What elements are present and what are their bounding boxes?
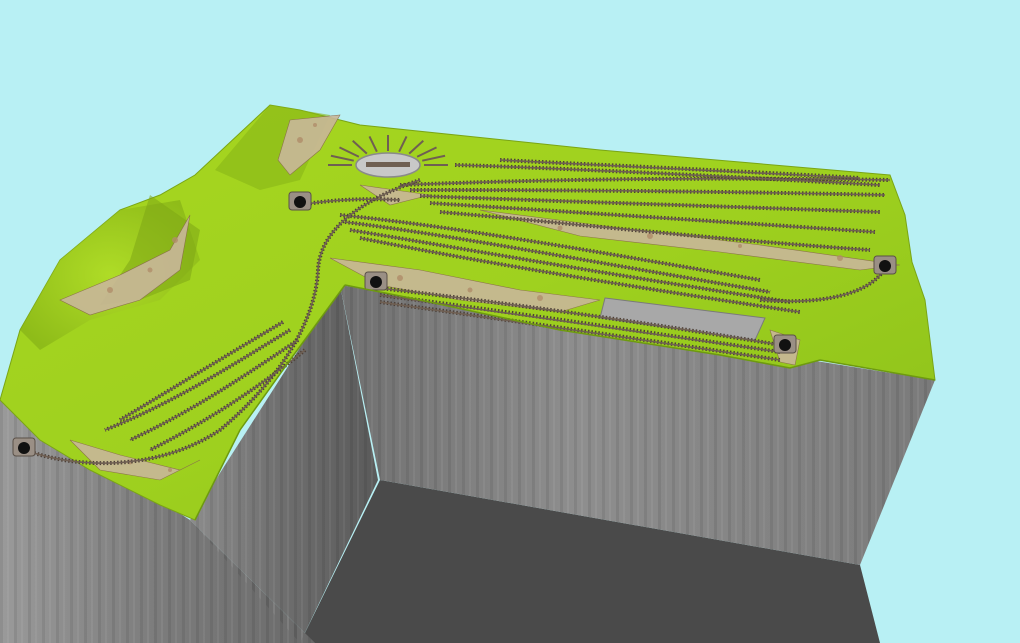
tunnel-portal-southeast[interactable] [773, 334, 797, 354]
tunnel-portal-west[interactable] [12, 437, 36, 457]
3d-viewport[interactable] [0, 0, 1020, 643]
tunnel-portal-center[interactable] [364, 271, 388, 291]
tunnel-portal-east[interactable] [873, 255, 897, 275]
tunnel-portal-icon [779, 339, 791, 351]
tunnel-portal-icon [370, 276, 382, 288]
tunnel-portal-icon [18, 442, 30, 454]
layout-scene[interactable] [0, 0, 1020, 643]
tunnel-portal-icon [879, 260, 891, 272]
tunnel-portal-icon [294, 196, 306, 208]
turntable[interactable] [355, 152, 421, 178]
tunnel-portal-north[interactable] [288, 191, 312, 211]
